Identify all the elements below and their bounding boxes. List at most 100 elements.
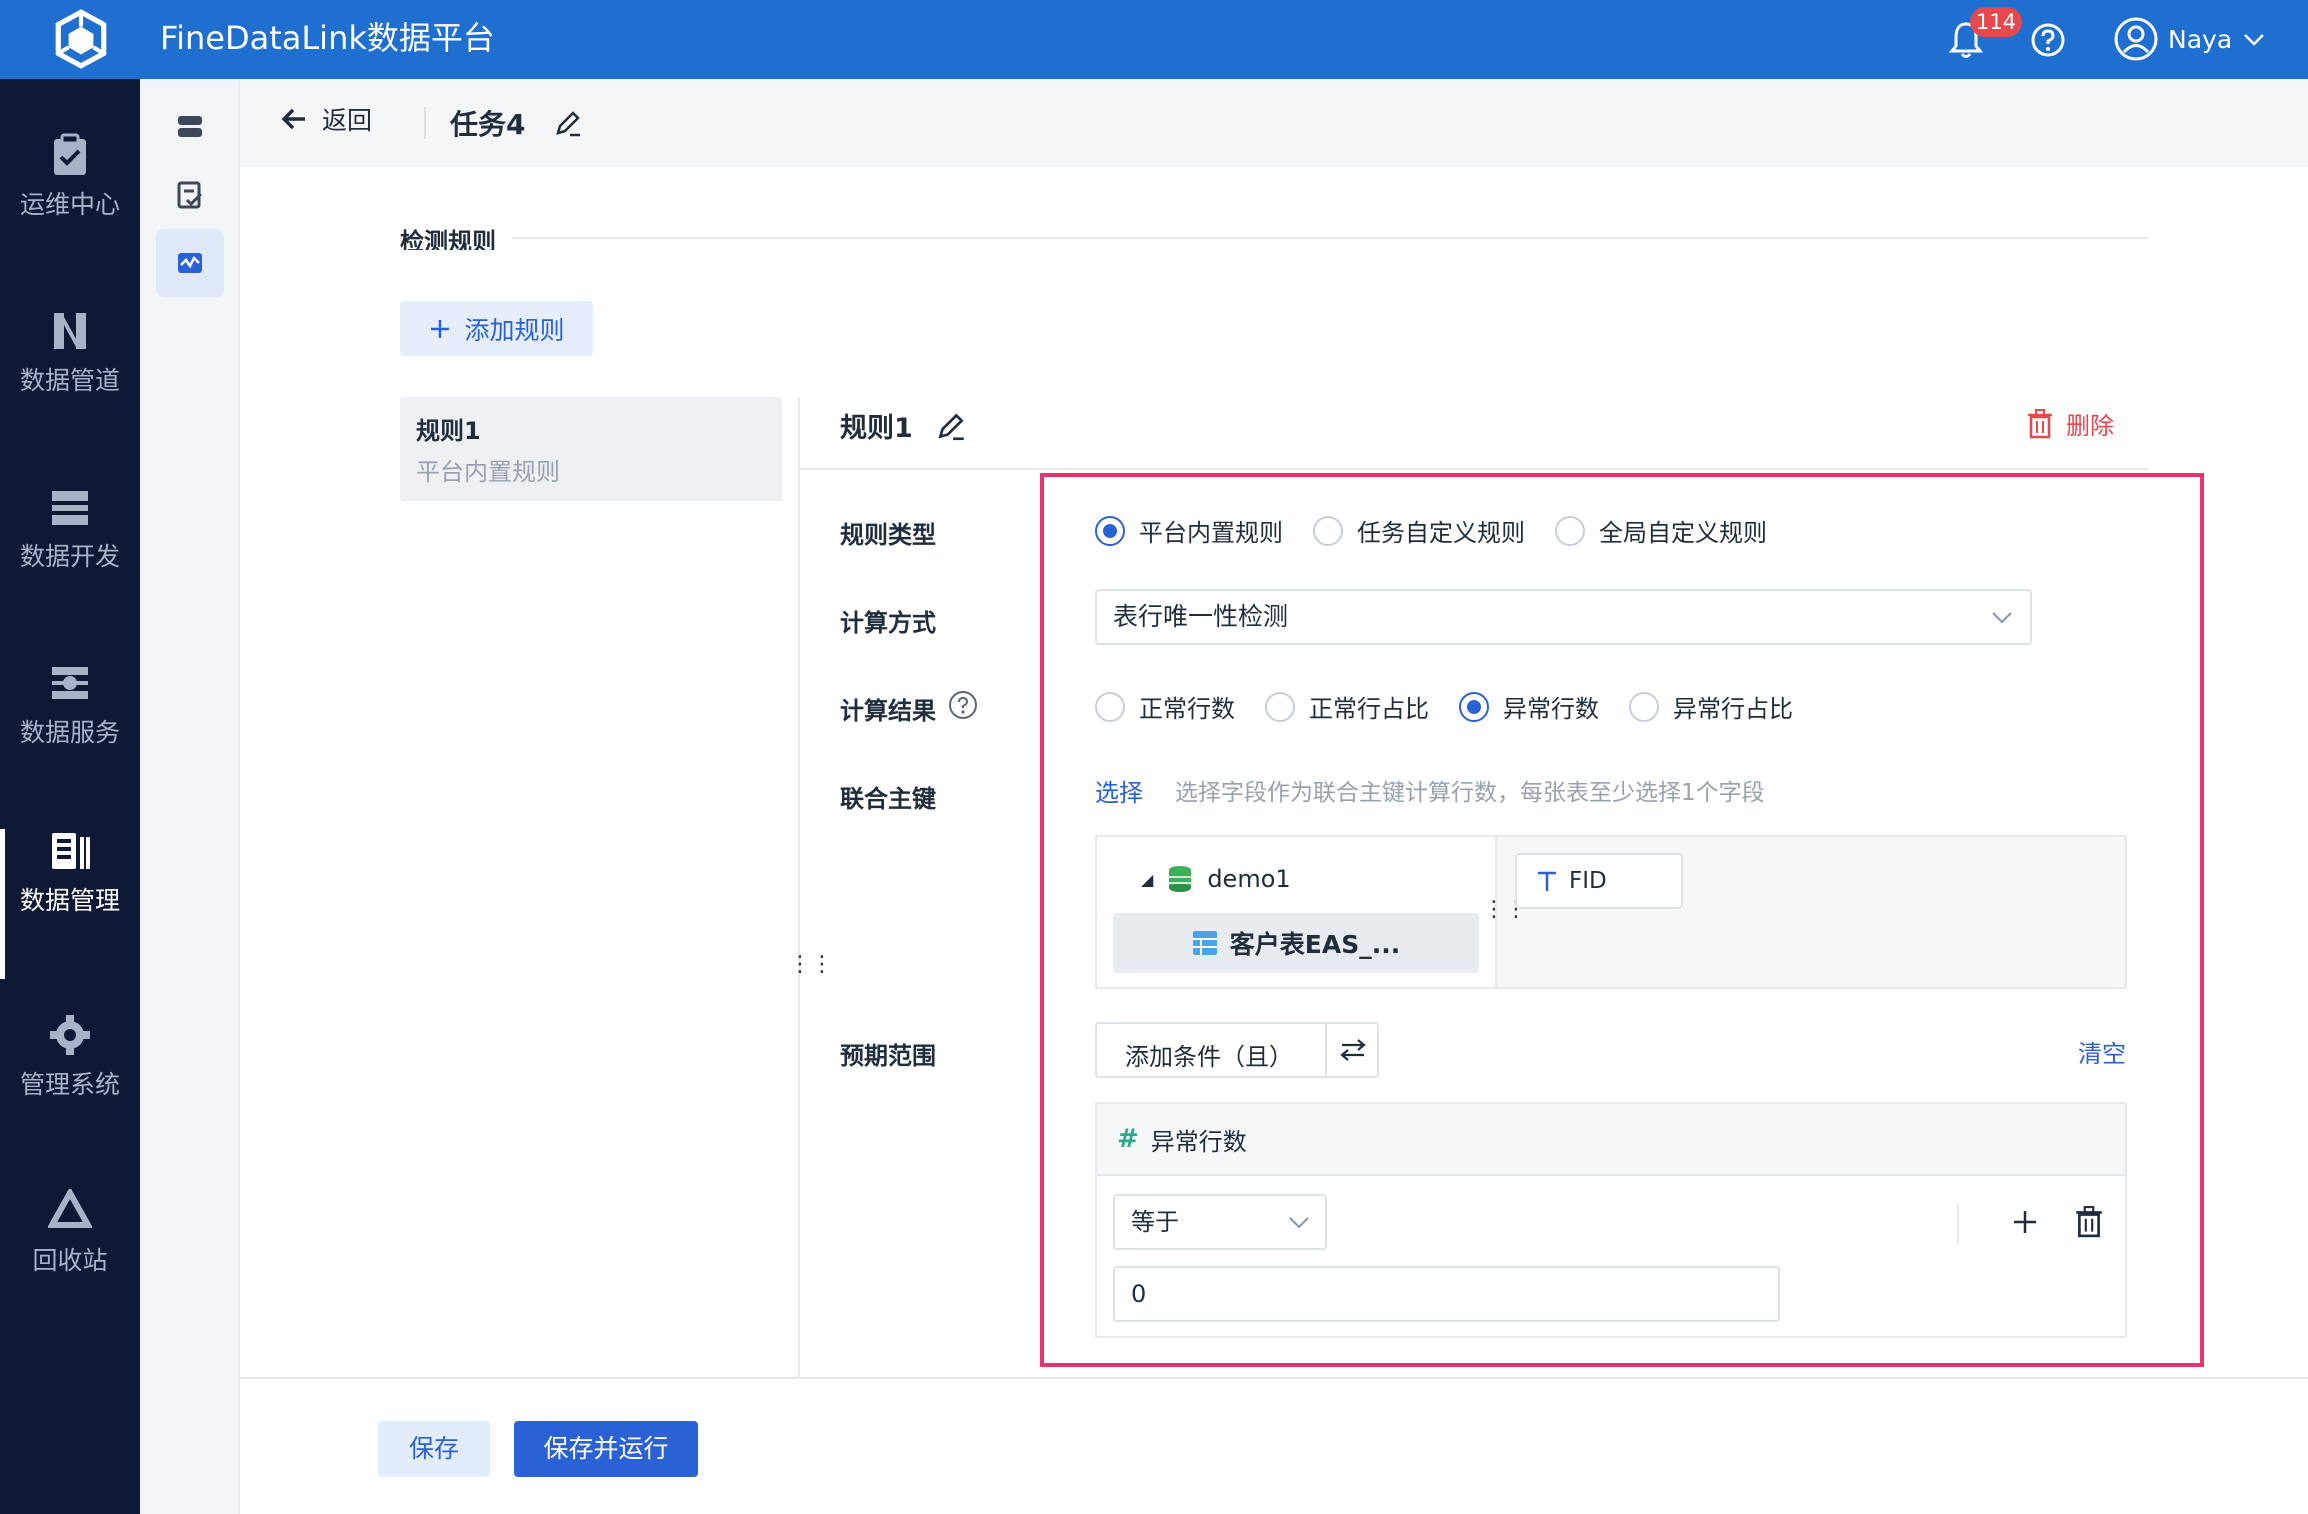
- logo-icon[interactable]: [50, 8, 112, 70]
- task-title: 任务4: [450, 108, 526, 141]
- panel-divider: [798, 397, 800, 1377]
- field-name: FID: [1569, 868, 1607, 894]
- nav-data-service[interactable]: 数据服务: [0, 661, 140, 811]
- nav-label: 运维中心: [19, 190, 120, 219]
- nav-system-admin[interactable]: 管理系统: [0, 1013, 140, 1163]
- service-icon: [52, 667, 88, 699]
- question-icon[interactable]: [948, 690, 978, 720]
- condition-metric: 异常行数: [1150, 1127, 1247, 1156]
- sub-nav: [140, 79, 240, 1514]
- checklist-icon: [177, 181, 203, 209]
- operator-select[interactable]: 等于: [1113, 1194, 1327, 1250]
- management-icon: [52, 833, 90, 869]
- rule-list-subtitle: 平台内置规则: [416, 458, 560, 486]
- table-icon: [1192, 931, 1217, 955]
- radio-platform-rule[interactable]: 平台内置规则: [1095, 513, 1283, 548]
- rule-title: 规则1: [840, 413, 913, 444]
- delete-label: 删除: [2066, 412, 2114, 440]
- save-and-run-button[interactable]: 保存并运行: [514, 1421, 698, 1477]
- drag-handle-icon[interactable]: ⋮⋮: [789, 950, 833, 980]
- radio-label: 异常行占比: [1673, 695, 1793, 723]
- notification-badge[interactable]: 114: [1970, 7, 2023, 37]
- radio-global-custom-rule[interactable]: 全局自定义规则: [1555, 513, 1767, 548]
- nav-data-dev[interactable]: 数据开发: [0, 485, 140, 635]
- select-fields-link[interactable]: 选择: [1095, 773, 1143, 808]
- footer-bar: 保存 保存并运行: [240, 1377, 2308, 1514]
- arrow-left-icon: [281, 108, 305, 130]
- add-condition-button[interactable]: 添加条件（且）: [1095, 1022, 1379, 1078]
- subnav-quality-monitor[interactable]: [156, 229, 224, 297]
- nav-label: 数据服务: [19, 718, 120, 747]
- condition-value-input[interactable]: 0: [1113, 1266, 1780, 1322]
- nav-data-pipeline[interactable]: 数据管道: [0, 309, 140, 459]
- condition-box: # 异常行数 等于 0: [1095, 1102, 2127, 1338]
- calc-result-label: 计算结果: [840, 697, 936, 725]
- hash-icon: #: [1117, 1124, 1139, 1154]
- recycle-icon: [48, 1189, 92, 1228]
- clear-link[interactable]: 清空: [2078, 1034, 2126, 1069]
- radio-abnormal-rows[interactable]: 异常行数: [1459, 689, 1599, 724]
- radio-normal-rows[interactable]: 正常行数: [1095, 689, 1235, 724]
- calc-result-radio-group: 正常行数 正常行占比 异常行数 异常行占比: [1095, 689, 1823, 724]
- edit-icon[interactable]: [552, 107, 584, 139]
- nav-label: 数据管道: [19, 366, 120, 395]
- delete-rule-button[interactable]: 删除: [2026, 406, 2114, 441]
- radio-task-custom-rule[interactable]: 任务自定义规则: [1313, 513, 1525, 548]
- chevron-down-icon: [1992, 612, 2012, 624]
- swap-icon[interactable]: [1339, 1038, 1367, 1062]
- table-name: 客户表EAS_...: [1229, 930, 1401, 959]
- database-icon: [1169, 866, 1192, 892]
- tree-table-node[interactable]: 客户表EAS_...: [1113, 913, 1479, 973]
- condition-divider: [1957, 1204, 1959, 1244]
- save-button[interactable]: 保存: [378, 1421, 490, 1477]
- radio-label: 全局自定义规则: [1599, 519, 1767, 547]
- calc-method-select[interactable]: 表行唯一性检测: [1095, 589, 2032, 645]
- help-icon[interactable]: [2030, 22, 2066, 58]
- plus-icon[interactable]: [2009, 1206, 2041, 1238]
- rule-list-title: 规则1: [416, 417, 481, 445]
- chevron-down-icon: [1289, 1217, 1309, 1229]
- field-chip[interactable]: FID: [1515, 853, 1683, 909]
- union-key-label: 联合主键: [840, 785, 936, 813]
- dev-icon: [52, 491, 88, 525]
- radio-label: 正常行占比: [1309, 695, 1429, 723]
- text-field-icon: [1538, 871, 1556, 891]
- caret-down-icon[interactable]: ◢: [1141, 870, 1153, 889]
- section-divider: [512, 237, 2148, 239]
- nav-label: 数据管理: [19, 886, 120, 915]
- back-button[interactable]: 返回: [280, 101, 372, 137]
- user-name: Naya: [2168, 24, 2233, 54]
- add-rule-button[interactable]: 添加规则: [400, 301, 593, 356]
- edit-icon[interactable]: [934, 409, 968, 443]
- nav-label: 数据开发: [19, 542, 120, 571]
- calc-method-value: 表行唯一性检测: [1113, 602, 1289, 631]
- radio-normal-ratio[interactable]: 正常行占比: [1265, 689, 1429, 724]
- rule-type-radio-group: 平台内置规则 任务自定义规则 全局自定义规则: [1095, 513, 1797, 548]
- database-icon: [178, 116, 202, 137]
- nav-recycle-bin[interactable]: 回收站: [0, 1189, 140, 1339]
- subnav-database[interactable]: [156, 93, 224, 161]
- nav-ops-center[interactable]: 运维中心: [0, 133, 140, 283]
- trash-icon[interactable]: [2073, 1206, 2105, 1238]
- radio-label: 平台内置规则: [1139, 519, 1283, 547]
- radio-abnormal-ratio[interactable]: 异常行占比: [1629, 689, 1793, 724]
- rule-type-label: 规则类型: [840, 521, 936, 549]
- plus-icon: [431, 319, 450, 338]
- rule-divider: [800, 468, 2148, 470]
- add-condition-label: 添加条件（且）: [1125, 1043, 1293, 1071]
- user-menu[interactable]: Naya: [2114, 16, 2266, 62]
- nav-label: 管理系统: [19, 1070, 120, 1099]
- gear-icon: [50, 1015, 90, 1055]
- back-label: 返回: [322, 106, 373, 135]
- app-title: FineDataLink数据平台: [160, 19, 495, 57]
- radio-label: 任务自定义规则: [1357, 519, 1525, 547]
- radio-label: 正常行数: [1139, 695, 1235, 723]
- page-header: 返回 任务4: [240, 79, 2308, 167]
- user-icon: [2114, 17, 2158, 61]
- db-name: demo1: [1207, 865, 1291, 893]
- subnav-checklist[interactable]: [156, 161, 224, 229]
- rule-list-item[interactable]: 规则1 平台内置规则: [400, 397, 782, 501]
- tree-db-node[interactable]: ◢ demo1: [1141, 865, 1291, 893]
- clipboard-icon: [54, 133, 86, 175]
- nav-data-management[interactable]: 数据管理: [0, 829, 140, 979]
